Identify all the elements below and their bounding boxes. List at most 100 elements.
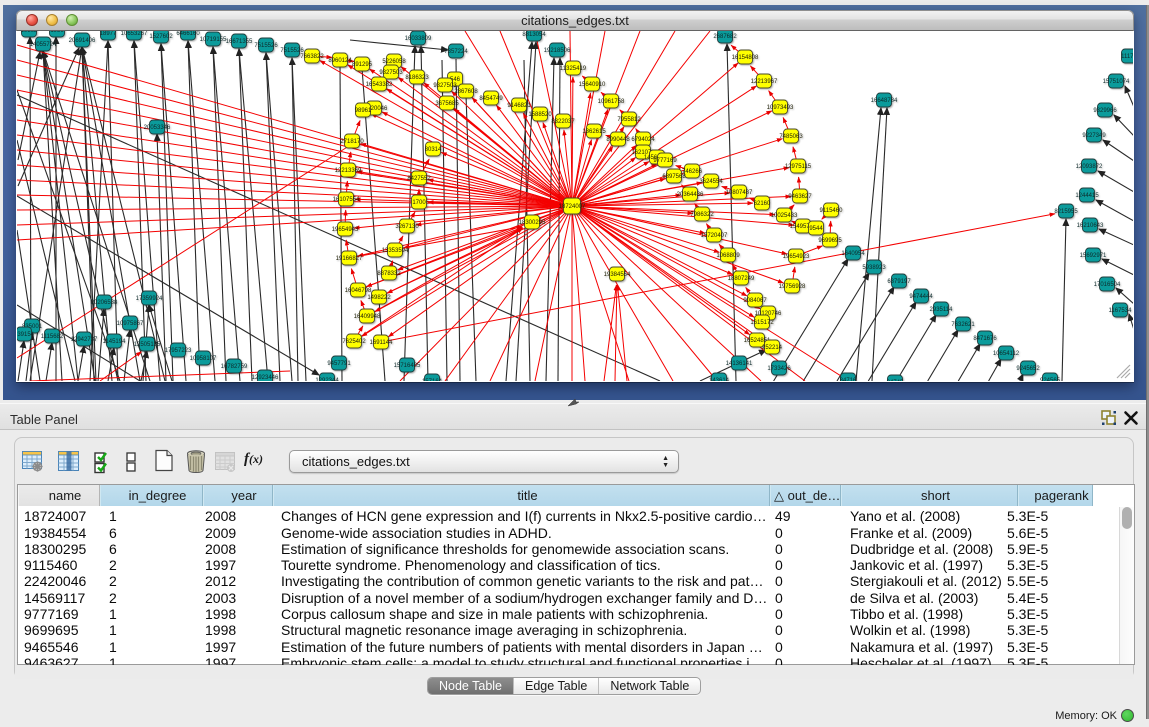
svg-text:19218506: 19218506 — [544, 48, 571, 54]
svg-text:1700: 1700 — [412, 200, 426, 206]
svg-text:9115460: 9115460 — [820, 208, 844, 214]
svg-text:3624554: 3624554 — [699, 179, 723, 185]
svg-text:8454749: 8454749 — [479, 96, 503, 102]
svg-text:1615172: 1615172 — [750, 320, 774, 326]
svg-text:6466160: 6466160 — [176, 31, 200, 37]
svg-text:5938923: 5938923 — [862, 265, 886, 271]
svg-text:18300295: 18300295 — [519, 220, 546, 226]
svg-text:10973493: 10973493 — [767, 105, 794, 111]
svg-text:15720407: 15720407 — [701, 233, 728, 239]
svg-text:6379197: 6379197 — [887, 279, 911, 285]
svg-text:11174: 11174 — [1121, 54, 1133, 60]
svg-text:2718170: 2718170 — [340, 139, 364, 145]
svg-text:12093872: 12093872 — [1076, 164, 1103, 170]
svg-text:1244415: 1244415 — [1075, 193, 1099, 199]
svg-text:2935114: 2935114 — [930, 307, 954, 313]
svg-text:1588520: 1588520 — [528, 112, 552, 118]
svg-text:7515526: 7515526 — [254, 43, 278, 49]
svg-text:12213369: 12213369 — [335, 168, 362, 174]
svg-text:19384554: 19384554 — [604, 272, 631, 278]
svg-text:20364436: 20364436 — [677, 192, 704, 198]
svg-text:8186323: 8186323 — [405, 75, 429, 81]
svg-text:7955812: 7955812 — [617, 117, 641, 123]
svg-text:15716485: 15716485 — [394, 363, 421, 369]
svg-text:16648784: 16648784 — [871, 98, 898, 104]
svg-text:18977: 18977 — [100, 31, 117, 37]
svg-text:84716: 84716 — [840, 378, 857, 381]
svg-text:19362: 19362 — [21, 31, 38, 34]
svg-text:10653267: 10653267 — [121, 31, 148, 37]
svg-text:94745: 94745 — [887, 380, 904, 381]
svg-text:9544: 9544 — [809, 226, 823, 232]
svg-text:16154808: 16154808 — [732, 55, 759, 61]
svg-text:17957223: 17957223 — [165, 348, 192, 354]
svg-text:1115682: 1115682 — [41, 334, 64, 340]
svg-text:6897568: 6897568 — [662, 174, 686, 180]
svg-text:10719155: 10719155 — [200, 37, 227, 43]
svg-text:9245652: 9245652 — [1016, 366, 1040, 372]
svg-text:16046798: 16046798 — [345, 288, 372, 294]
svg-text:18724007: 18724007 — [559, 204, 586, 210]
svg-text:10961758: 10961758 — [598, 99, 625, 105]
svg-text:939154: 939154 — [17, 332, 35, 338]
svg-text:9699695: 9699695 — [818, 238, 842, 244]
svg-text:8960124: 8960124 — [328, 58, 352, 64]
svg-text:1145194: 1145194 — [103, 339, 127, 345]
svg-text:12923446: 12923446 — [252, 375, 279, 381]
svg-text:14136141: 14136141 — [726, 361, 753, 367]
svg-text:1362615: 1362615 — [582, 129, 606, 135]
svg-text:12942737: 12942737 — [71, 337, 98, 343]
svg-text:98961: 98961 — [355, 108, 372, 114]
svg-text:12213967: 12213967 — [751, 79, 778, 85]
svg-text:15692971: 15692971 — [1080, 253, 1107, 259]
svg-text:6794024: 6794024 — [631, 137, 655, 143]
svg-text:2687682: 2687682 — [713, 34, 737, 40]
svg-text:20206538: 20206538 — [91, 300, 118, 306]
svg-text:11325419: 11325419 — [560, 66, 587, 72]
svg-text:7625402: 7625402 — [342, 339, 366, 345]
svg-text:5226058: 5226058 — [382, 59, 406, 65]
svg-text:1691144: 1691144 — [370, 340, 394, 346]
svg-text:924565: 924565 — [1040, 378, 1061, 381]
svg-text:9474444: 9474444 — [909, 294, 933, 300]
svg-text:14055724: 14055724 — [30, 42, 57, 48]
svg-text:9227349: 9227349 — [1082, 133, 1106, 139]
svg-text:16409948: 16409948 — [354, 314, 381, 320]
svg-text:1527602: 1527602 — [149, 34, 173, 40]
svg-text:7485063: 7485063 — [779, 134, 803, 140]
svg-text:3675685: 3675685 — [435, 101, 459, 107]
svg-text:17016504: 17016504 — [1094, 282, 1121, 288]
svg-text:8878332: 8878332 — [377, 271, 401, 277]
svg-text:7663822: 7663822 — [300, 54, 324, 60]
svg-text:3267130: 3267130 — [395, 224, 419, 230]
svg-text:7632621: 7632621 — [951, 322, 975, 328]
svg-text:9084067: 9084067 — [743, 298, 767, 304]
svg-text:16782759: 16782759 — [221, 364, 248, 370]
svg-text:9463627: 9463627 — [788, 194, 812, 200]
svg-text:10654112: 10654112 — [993, 351, 1020, 357]
svg-text:157164: 157164 — [422, 379, 443, 381]
svg-text:16210643: 16210643 — [1077, 223, 1104, 229]
svg-text:8990448: 8990448 — [606, 137, 630, 143]
svg-text:13353594: 13353594 — [382, 248, 409, 254]
svg-text:9327503: 9327503 — [379, 70, 403, 76]
svg-text:2867608: 2867608 — [454, 89, 478, 95]
svg-text:1292344: 1292344 — [315, 378, 339, 381]
svg-text:10025433: 10025433 — [771, 213, 798, 219]
svg-text:8813054: 8813054 — [522, 32, 546, 38]
svg-text:19654943: 19654943 — [332, 227, 359, 233]
svg-text:10975867: 10975867 — [117, 321, 144, 327]
svg-text:143614: 143614 — [709, 378, 730, 381]
svg-text:9146821: 9146821 — [507, 103, 531, 109]
svg-text:12975115: 12975115 — [785, 164, 812, 170]
svg-text:15751074: 15751074 — [1103, 79, 1130, 85]
svg-text:16543382: 16543382 — [366, 82, 393, 88]
svg-text:62160: 62160 — [754, 201, 771, 207]
svg-text:1733426: 1733426 — [767, 366, 791, 372]
svg-text:891295: 891295 — [352, 62, 373, 68]
svg-text:17359924: 17359924 — [136, 296, 163, 302]
svg-text:9777169: 9777169 — [653, 158, 677, 164]
svg-text:15640910: 15640910 — [579, 82, 606, 88]
svg-text:1640954: 1640954 — [841, 251, 865, 257]
svg-text:1498222: 1498222 — [367, 295, 391, 301]
